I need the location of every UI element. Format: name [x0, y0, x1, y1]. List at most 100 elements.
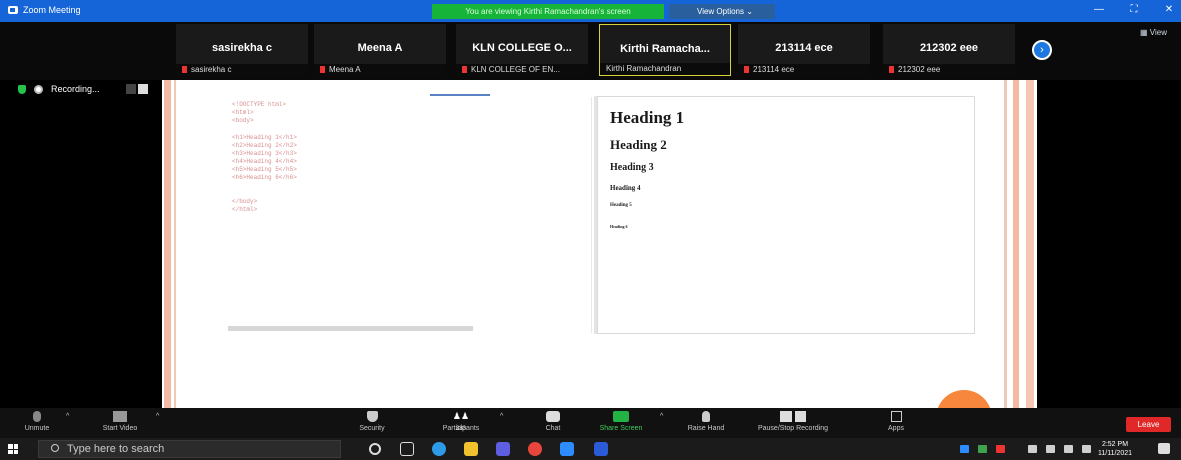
apps-button[interactable]: Apps — [884, 411, 908, 432]
participants-options-caret-icon[interactable]: ^ — [500, 413, 503, 420]
security-tray-icon[interactable] — [978, 445, 987, 453]
decorative-stripe — [174, 80, 176, 408]
raise-hand-icon — [702, 411, 710, 422]
code-editor[interactable]: <!DOCTYPE html> <html> <body> <h1>Headin… — [228, 97, 592, 333]
fullscreen-icon[interactable]: ⛶ — [1125, 3, 1143, 17]
participant-label: 212302 eee — [883, 64, 1015, 76]
recording-label: Recording... — [51, 84, 100, 94]
shield-icon — [366, 411, 378, 422]
participant-tile[interactable]: KLN COLLEGE O... KLN COLLEGE OF EN... — [456, 24, 588, 76]
word-icon[interactable] — [594, 442, 608, 456]
tray-app-icon[interactable] — [996, 445, 1005, 453]
participant-name: Meena A — [357, 42, 403, 54]
windows-start-icon[interactable] — [8, 444, 18, 454]
participant-label: sasirekha c — [176, 64, 308, 76]
muted-mic-icon — [744, 66, 749, 73]
leave-button[interactable]: Leave — [1126, 417, 1171, 432]
decorative-stripe — [164, 80, 171, 408]
participants-strip: sasirekha c sasirekha c Meena A Meena A … — [0, 22, 1181, 80]
participant-label: 213114 ece — [738, 64, 870, 76]
network-icon[interactable] — [1028, 445, 1037, 453]
participant-name: sasirekha c — [212, 42, 272, 54]
preview-heading-2: Heading 2 — [610, 137, 667, 152]
zoom-taskbar-icon[interactable] — [560, 442, 574, 456]
stop-recording-icon[interactable] — [137, 84, 148, 94]
chrome-icon[interactable] — [528, 442, 542, 456]
participant-tile[interactable]: 212302 eee 212302 eee — [883, 24, 1015, 76]
muted-mic-icon — [33, 411, 41, 422]
screen-share-banner: You are viewing Kirthi Ramachandran's sc… — [432, 4, 664, 19]
edge-browser-icon[interactable] — [432, 442, 446, 456]
horizontal-scrollbar[interactable] — [228, 326, 473, 331]
chat-button[interactable]: Chat — [538, 411, 568, 432]
participant-tile-active-speaker[interactable]: Kirthi Ramacha... Kirthi Ramachandran — [599, 24, 731, 76]
pause-stop-recording-button[interactable]: Pause/Stop Recording — [752, 411, 834, 432]
start-video-button[interactable]: Start Video — [96, 411, 144, 432]
participant-name: KLN COLLEGE O... — [472, 42, 572, 54]
muted-mic-icon — [889, 66, 894, 73]
volume-icon[interactable] — [1046, 445, 1055, 453]
code-line: <h2>Heading 2</h2> — [232, 142, 297, 149]
raise-hand-button[interactable]: Raise Hand — [684, 411, 728, 432]
shield-icon — [18, 84, 26, 94]
app-title-area: Zoom Meeting — [8, 5, 81, 15]
participant-tile[interactable]: Meena A Meena A — [314, 24, 446, 76]
code-line: <body> — [232, 117, 254, 124]
pause-recording-icon[interactable] — [125, 84, 136, 94]
decorative-stripe — [1026, 80, 1034, 408]
preview-heading-3: Heading 3 — [610, 162, 654, 173]
minimize-icon[interactable]: — — [1090, 3, 1108, 17]
muted-mic-icon — [462, 66, 467, 73]
participant-name: 213114 ece — [775, 42, 833, 54]
store-icon[interactable] — [496, 442, 510, 456]
close-icon[interactable]: ✕ — [1160, 3, 1178, 17]
code-line: <h4>Heading 4</h4> — [232, 158, 297, 165]
editor-tab-indicator — [430, 94, 490, 96]
meeting-controls: Unmute ^ Start Video ^ Security ♟♟ 383 P… — [0, 408, 1181, 438]
share-screen-button[interactable]: Share Screen — [596, 411, 646, 432]
zoom-tray-icon[interactable] — [960, 445, 969, 453]
cortana-icon[interactable] — [369, 443, 381, 455]
file-explorer-icon[interactable] — [464, 442, 478, 456]
preview-heading-5: Heading 5 — [610, 203, 632, 208]
share-screen-icon — [613, 411, 629, 422]
preview-heading-1: Heading 1 — [610, 108, 685, 127]
code-line: <html> — [232, 109, 254, 116]
decorative-stripe — [1004, 80, 1007, 408]
clock-date: 11/11/2021 — [1098, 450, 1132, 457]
search-icon — [51, 444, 59, 452]
recording-controls[interactable] — [125, 84, 148, 94]
taskbar-search-input[interactable]: Type here to search — [38, 440, 341, 458]
security-button[interactable]: Security — [352, 411, 392, 432]
code-line: <!DOCTYPE html> — [232, 101, 287, 108]
preview-heading-4: Heading 4 — [610, 184, 641, 192]
app-title: Zoom Meeting — [23, 5, 81, 15]
video-options-caret-icon[interactable]: ^ — [156, 413, 159, 420]
participant-name: Kirthi Ramacha... — [620, 43, 710, 55]
decorative-stripe — [1013, 80, 1019, 408]
chat-icon — [546, 411, 560, 422]
view-options-button[interactable]: View Options ⌄ — [669, 4, 775, 19]
preview-heading-6: Heading 6 — [610, 224, 628, 229]
participant-tile[interactable]: sasirekha c sasirekha c — [176, 24, 308, 76]
pause-stop-icon — [780, 411, 806, 422]
taskbar-clock[interactable]: 2:52 PM 11/11/2021 — [1098, 440, 1132, 458]
share-options-caret-icon[interactable]: ^ — [660, 413, 663, 420]
code-line: <h3>Heading 3</h3> — [232, 150, 297, 157]
windows-taskbar: Type here to search 2:52 PM 11/11/2021 — [0, 438, 1181, 460]
code-line: <h1>Heading 1</h1> — [232, 134, 297, 141]
next-page-button[interactable]: › — [1032, 40, 1052, 60]
audio-options-caret-icon[interactable]: ^ — [66, 413, 69, 420]
zoom-icon — [8, 6, 18, 14]
view-button[interactable]: ▦ View — [1140, 28, 1167, 37]
participant-tile[interactable]: 213114 ece 213114 ece — [738, 24, 870, 76]
unmute-button[interactable]: Unmute — [22, 411, 52, 432]
participants-button[interactable]: ♟♟ 383 Participants — [434, 411, 488, 432]
task-view-icon[interactable] — [400, 442, 414, 456]
code-line: </body> — [232, 198, 258, 205]
battery-icon[interactable] — [1064, 445, 1073, 453]
zoom-meeting-window: Zoom Meeting You are viewing Kirthi Rama… — [0, 0, 1181, 460]
keyboard-icon[interactable] — [1082, 445, 1091, 453]
notification-icon[interactable] — [1158, 443, 1170, 454]
participant-label: KLN COLLEGE OF EN... — [456, 64, 588, 76]
